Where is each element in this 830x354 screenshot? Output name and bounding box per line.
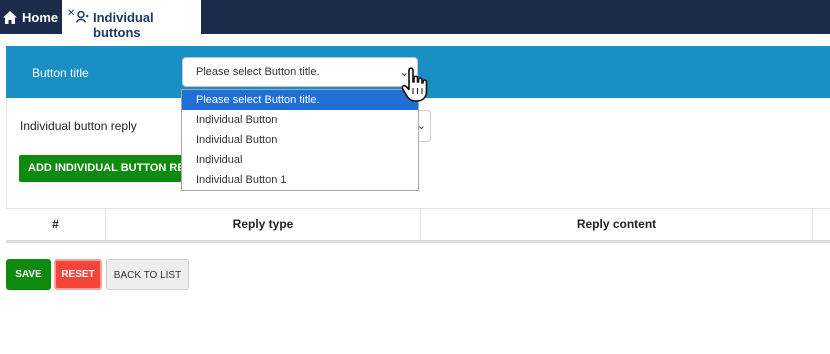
button-title-dropdown-list: Please select Button title. Individual B… <box>181 89 419 191</box>
dropdown-option[interactable]: Individual Button 1 <box>182 170 418 190</box>
dropdown-option[interactable]: Individual Button <box>182 110 418 130</box>
column-header-index: # <box>6 209 106 240</box>
tab-home[interactable]: Home <box>0 0 64 34</box>
dropdown-option[interactable]: Individual <box>182 150 418 170</box>
button-title-label: Button title <box>32 66 89 80</box>
dropdown-option[interactable]: Individual Button <box>182 130 418 150</box>
column-header-reply-content: Reply content <box>421 209 813 240</box>
reply-table-header: # Reply type Reply content <box>6 208 830 243</box>
dropdown-option[interactable]: Please select Button title. <box>182 90 418 110</box>
column-header-reply-type: Reply type <box>106 209 421 240</box>
tab-home-label: Home <box>22 9 59 25</box>
back-to-list-button[interactable]: BACK TO LIST <box>106 259 189 290</box>
hand-pointer-icon <box>401 67 428 102</box>
button-title-select[interactable]: Please select Button title. ⌄ <box>182 57 418 87</box>
individual-button-reply-label: Individual button reply <box>20 119 137 133</box>
user-icon <box>76 11 89 23</box>
save-button[interactable]: SAVE <box>6 259 51 290</box>
reset-button[interactable]: RESET <box>54 259 102 290</box>
button-title-select-value: Please select Button title. <box>196 66 320 78</box>
tab-individual-buttons-label: Individual buttons <box>93 10 154 40</box>
home-icon <box>3 10 17 24</box>
close-icon[interactable]: ✕ <box>67 9 75 19</box>
tab-individual-buttons[interactable]: ✕ Individual buttons <box>62 0 201 40</box>
add-individual-button-reply-button[interactable]: ADD INDIVIDUAL BUTTON REPLY <box>19 155 187 182</box>
